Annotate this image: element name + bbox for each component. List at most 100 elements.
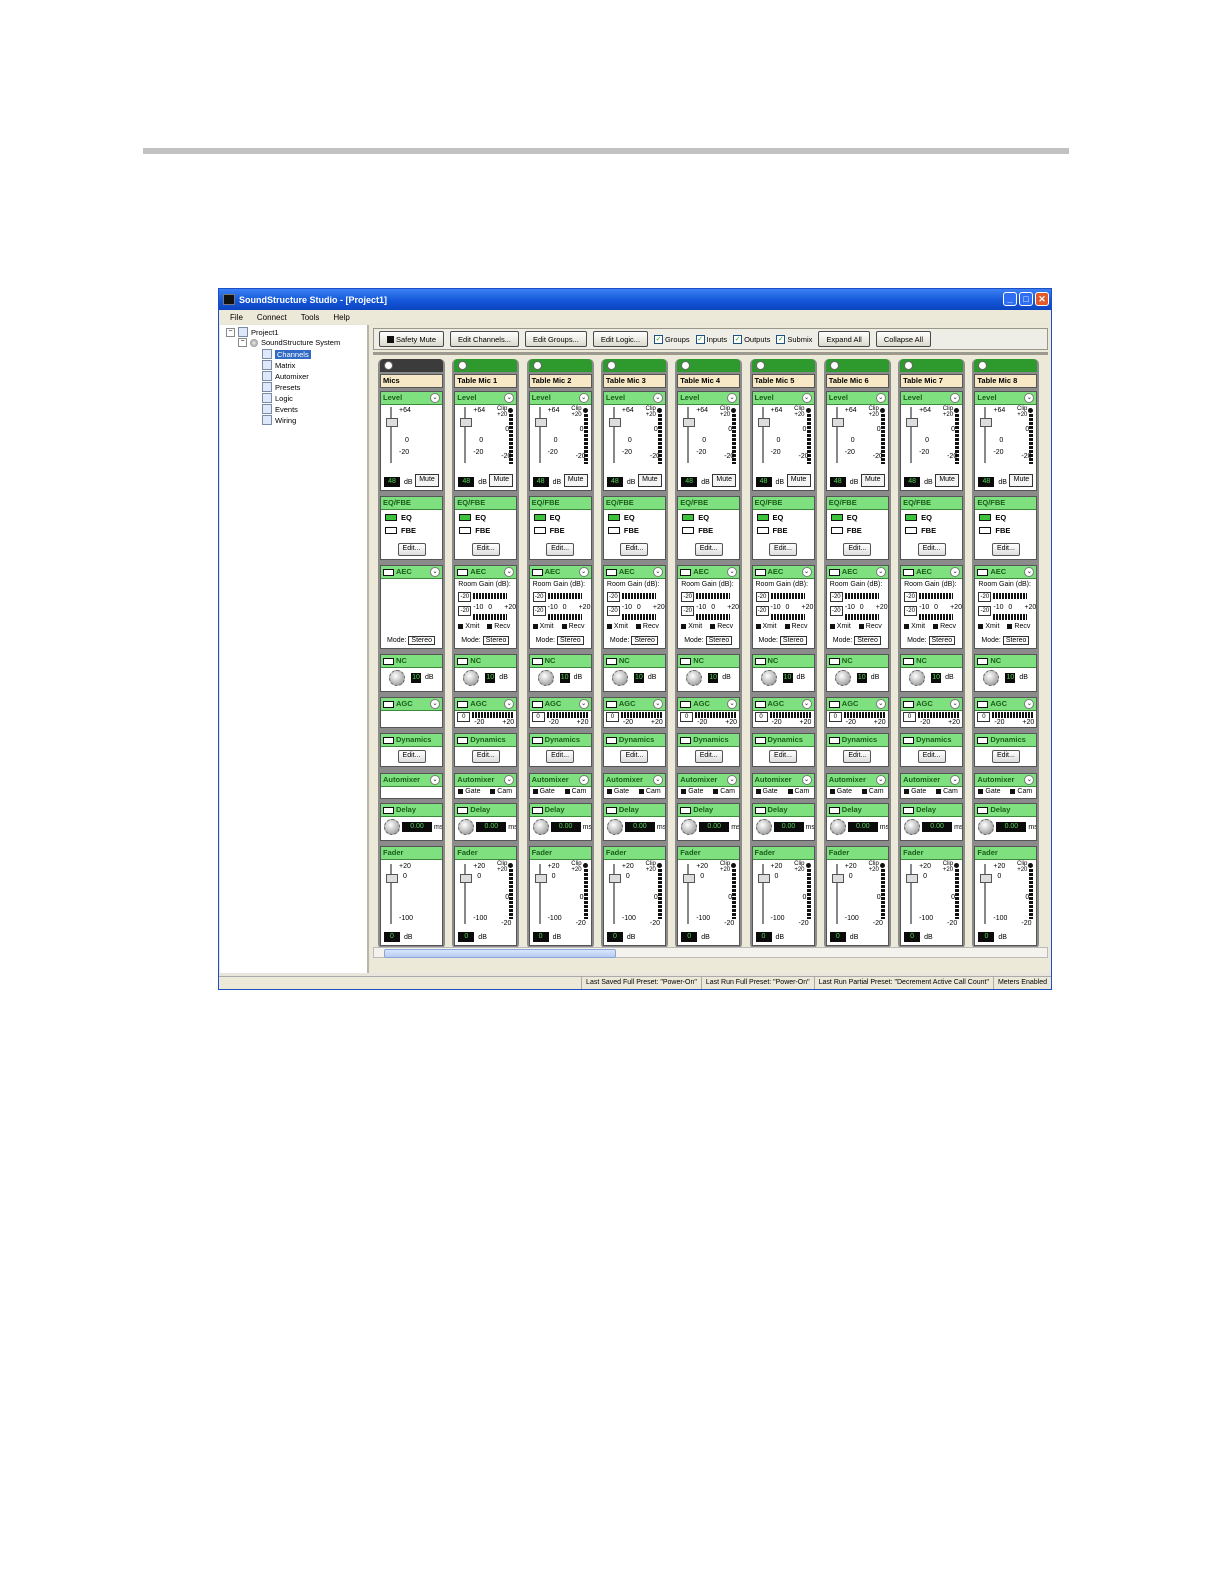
delay-knob[interactable]	[384, 819, 400, 835]
tree-item-channels[interactable]: Channels	[262, 349, 311, 359]
enable-toggle[interactable]	[605, 657, 617, 665]
block-header[interactable]: Fader	[826, 847, 888, 860]
block-header[interactable]: NC	[603, 655, 665, 668]
level-slider-handle[interactable]	[534, 418, 547, 427]
block-header[interactable]: EQ/FBE	[901, 497, 963, 510]
block-header[interactable]: EQ/FBE	[752, 497, 814, 510]
fbe-toggle[interactable]: FBE	[905, 526, 936, 535]
room-gain-box[interactable]: -20	[681, 592, 695, 602]
delay-knob[interactable]	[755, 819, 772, 835]
enable-toggle[interactable]	[383, 700, 394, 708]
eq-toggle[interactable]: EQ	[459, 513, 486, 522]
chevron-down-icon[interactable]: ⌄	[875, 393, 886, 403]
block-header[interactable]: Level ⌄	[752, 392, 814, 405]
nc-knob[interactable]	[760, 670, 777, 686]
strip-name[interactable]: Table Mic 3	[602, 374, 666, 388]
tree-item-events[interactable]: Events	[262, 404, 298, 414]
chevron-down-icon[interactable]: ⌄	[727, 567, 738, 577]
level-slider-track[interactable]	[538, 407, 541, 463]
level-slider-handle[interactable]	[757, 418, 770, 427]
level-slider-track[interactable]	[612, 407, 615, 463]
room-gain-box[interactable]: -20	[904, 606, 918, 616]
block-header[interactable]: Delay	[975, 804, 1037, 817]
level-slider-handle[interactable]	[460, 418, 473, 427]
chevron-down-icon[interactable]: ⌄	[875, 567, 886, 577]
strip-name[interactable]: Table Mic 4	[677, 374, 741, 388]
eq-toggle[interactable]: EQ	[756, 513, 783, 522]
chevron-down-icon[interactable]: ⌄	[801, 699, 812, 709]
level-slider-handle[interactable]	[386, 418, 398, 427]
block-header[interactable]: Automixer ⌄	[529, 774, 591, 787]
block-header[interactable]: Automixer ⌄	[752, 774, 814, 787]
strip-name[interactable]: Table Mic 5	[751, 374, 815, 388]
dynamics-edit-button[interactable]: Edit...	[991, 750, 1020, 763]
block-header[interactable]: NC	[529, 655, 591, 668]
mode-select[interactable]: Mode: Stereo	[981, 636, 1030, 645]
eq-toggle[interactable]: EQ	[385, 513, 412, 522]
eq-edit-button[interactable]: Edit...	[917, 543, 946, 556]
delay-knob[interactable]	[829, 819, 846, 835]
enable-toggle[interactable]	[383, 736, 394, 744]
enable-toggle[interactable]	[457, 657, 469, 665]
chevron-down-icon[interactable]: ⌄	[1024, 775, 1035, 785]
chevron-down-icon[interactable]: ⌄	[652, 393, 663, 403]
status-led-icon[interactable]	[904, 361, 914, 370]
block-header[interactable]: AGC ⌄	[975, 698, 1037, 711]
fader-handle[interactable]	[980, 874, 993, 883]
submix-checkbox[interactable]: ✓ Submix	[776, 334, 812, 344]
block-header[interactable]: Delay	[603, 804, 665, 817]
mute-button[interactable]: Mute	[860, 474, 885, 487]
eq-edit-button[interactable]: Edit...	[694, 543, 723, 556]
chevron-down-icon[interactable]: ⌄	[875, 699, 886, 709]
agc-box[interactable]: 0	[754, 712, 768, 722]
chevron-down-icon[interactable]: ⌄	[504, 699, 515, 709]
mute-button[interactable]: Mute	[786, 474, 811, 487]
fbe-toggle[interactable]: FBE	[756, 526, 788, 535]
block-header[interactable]: Fader	[752, 847, 814, 860]
fader-handle[interactable]	[831, 874, 844, 883]
block-header[interactable]: Level ⌄	[455, 392, 517, 405]
eq-edit-button[interactable]: Edit...	[471, 543, 500, 556]
block-header[interactable]: Level ⌄	[826, 392, 888, 405]
eq-edit-button[interactable]: Edit...	[397, 543, 426, 556]
mute-button[interactable]: Mute	[637, 474, 662, 487]
chevron-down-icon[interactable]: ⌄	[950, 699, 961, 709]
agc-box[interactable]: 0	[605, 712, 619, 722]
chevron-down-icon[interactable]: ⌄	[578, 393, 589, 403]
status-led-icon[interactable]	[606, 361, 616, 370]
strip-name[interactable]: Table Mic 8	[974, 374, 1038, 388]
level-slider-track[interactable]	[761, 407, 764, 463]
block-header[interactable]: Delay	[901, 804, 963, 817]
fader-track[interactable]	[761, 864, 764, 924]
strip-name[interactable]: Table Mic 7	[900, 374, 964, 388]
enable-toggle[interactable]	[903, 806, 915, 814]
fbe-toggle[interactable]: FBE	[385, 526, 416, 535]
block-header[interactable]: Delay	[381, 804, 442, 817]
chevron-down-icon[interactable]: ⌄	[578, 699, 589, 709]
enable-toggle[interactable]	[605, 806, 617, 814]
fader-track[interactable]	[984, 864, 987, 924]
enable-toggle[interactable]	[977, 700, 989, 708]
block-header[interactable]: Fader	[529, 847, 591, 860]
chevron-down-icon[interactable]: ⌄	[652, 699, 663, 709]
fader-handle[interactable]	[757, 874, 770, 883]
block-header[interactable]: Delay	[529, 804, 591, 817]
chevron-down-icon[interactable]: ⌄	[652, 775, 663, 785]
maximize-button[interactable]: □	[1019, 292, 1033, 306]
mute-button[interactable]: Mute	[935, 474, 960, 487]
level-slider-track[interactable]	[910, 407, 913, 463]
block-header[interactable]: EQ/FBE	[678, 497, 740, 510]
block-header[interactable]: EQ/FBE	[381, 497, 442, 510]
dynamics-edit-button[interactable]: Edit...	[917, 750, 946, 763]
enable-toggle[interactable]	[531, 806, 543, 814]
block-header[interactable]: Dynamics	[529, 734, 591, 747]
mute-button[interactable]: Mute	[712, 474, 737, 487]
chevron-down-icon[interactable]: ⌄	[801, 393, 812, 403]
nc-knob[interactable]	[686, 670, 703, 686]
block-header[interactable]: AEC ⌄	[529, 566, 591, 579]
enable-toggle[interactable]	[903, 736, 915, 744]
nc-knob[interactable]	[389, 670, 405, 686]
chevron-down-icon[interactable]: ⌄	[950, 567, 961, 577]
enable-toggle[interactable]	[828, 568, 840, 576]
level-slider-track[interactable]	[390, 407, 392, 463]
